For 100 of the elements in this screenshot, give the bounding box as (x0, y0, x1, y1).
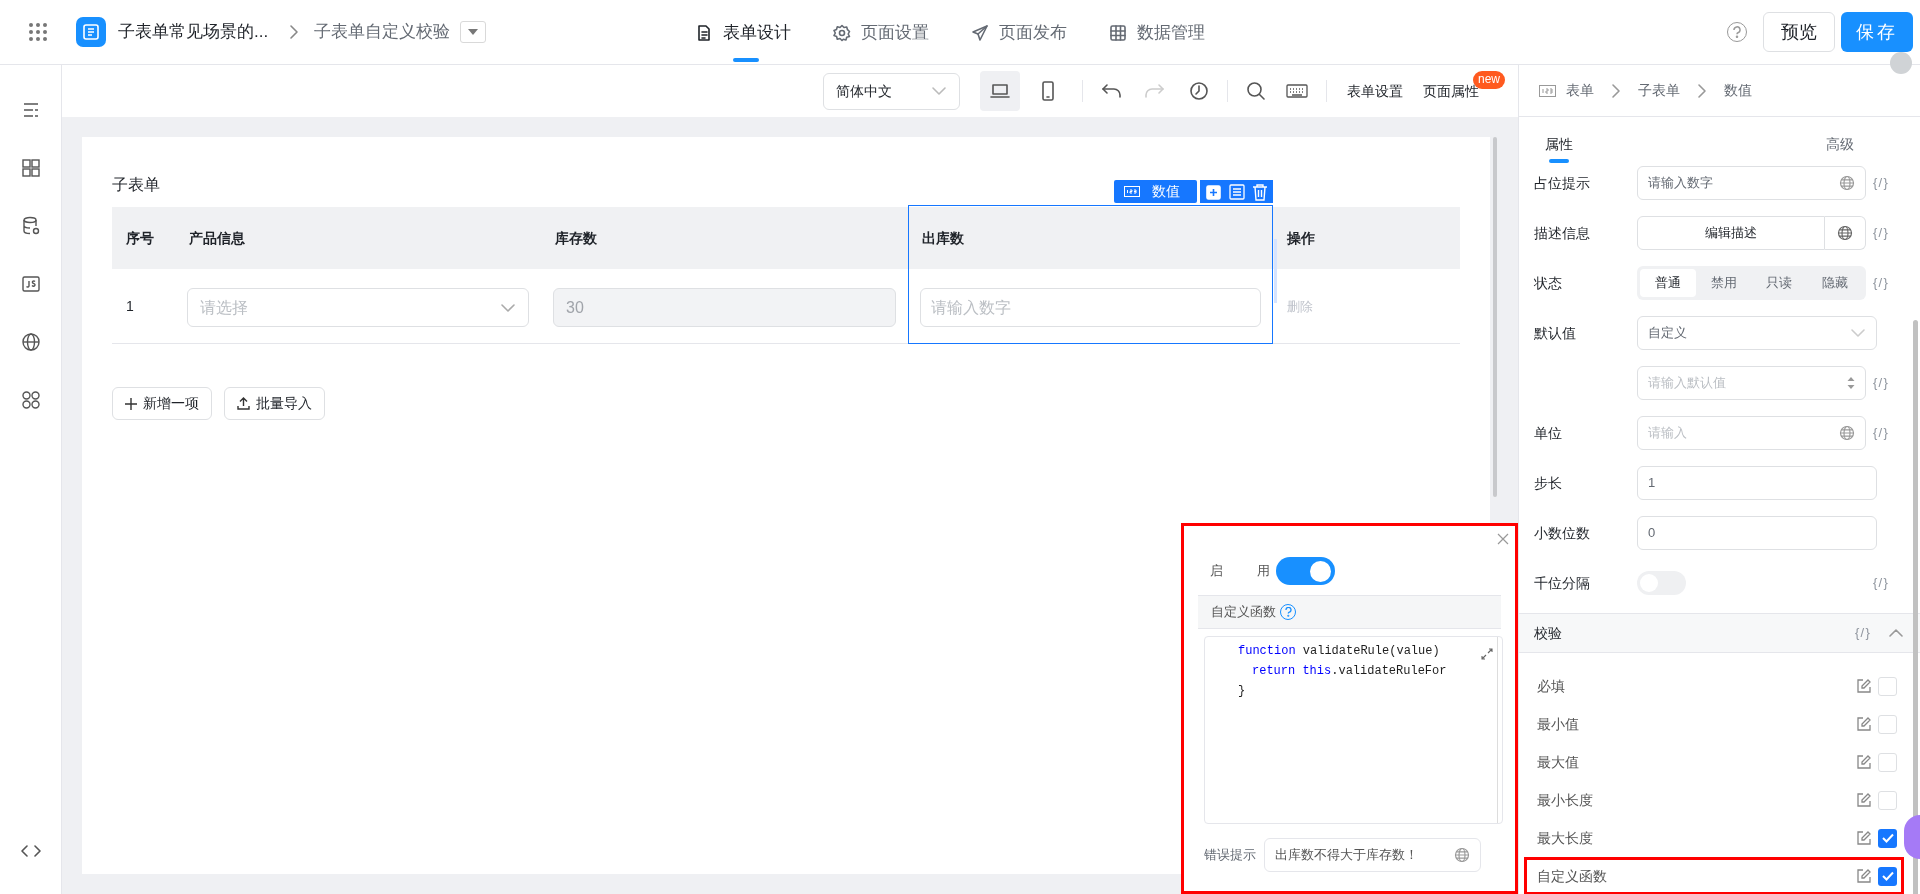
row-index: 1 (126, 298, 134, 314)
nav-tab[interactable]: 数据管理 (1109, 0, 1205, 65)
plus-icon (125, 397, 137, 410)
triangle-down-icon (467, 28, 480, 36)
edit-icon[interactable] (1856, 754, 1872, 770)
paper-plane-icon (971, 23, 989, 42)
edit-description-button[interactable]: 编辑描述 (1637, 216, 1825, 250)
code-icon[interactable] (20, 844, 41, 858)
breadcrumb-item[interactable]: 表单 (1566, 80, 1594, 101)
checkmark-icon (1881, 871, 1894, 881)
error-message-field[interactable]: 出库数不得大于库存数！ (1264, 838, 1481, 872)
edit-icon[interactable] (1856, 830, 1872, 846)
text-field[interactable]: 请输入数字 (1637, 166, 1866, 200)
breadcrumb-item[interactable]: 子表单 (1638, 80, 1680, 101)
expression-toggle[interactable]: {/} (1866, 373, 1896, 393)
status-option[interactable]: 只读 (1751, 269, 1808, 297)
panel-tab[interactable]: 属性 (1545, 134, 1574, 163)
list-icon[interactable] (1228, 182, 1247, 201)
stepper-icon[interactable] (1847, 376, 1855, 390)
scrollbar-thumb[interactable] (1913, 320, 1918, 894)
undo-icon[interactable] (1101, 83, 1123, 99)
phone-icon (1041, 81, 1055, 101)
section-header[interactable]: 校验 {/} (1519, 613, 1920, 653)
app-title[interactable]: 子表单常见场景的... (118, 19, 269, 45)
rule-label: 最小值 (1537, 714, 1580, 734)
scrollbar-thumb[interactable] (1493, 137, 1497, 497)
globe-icon[interactable] (20, 332, 41, 352)
page-title[interactable]: 子表单自定义校验 (314, 19, 451, 45)
status-option[interactable]: 禁用 (1695, 269, 1752, 297)
keyboard-icon[interactable] (1286, 83, 1308, 99)
expression-toggle[interactable]: {/} (1866, 173, 1896, 193)
column-header: 序号 (126, 230, 154, 246)
chevron-down-icon (931, 86, 947, 96)
floating-assistant-button[interactable] (1904, 815, 1920, 859)
app-logo-icon (76, 17, 106, 47)
expression-toggle[interactable]: {/} (1866, 273, 1896, 293)
add-item-button[interactable]: 新增一项 (112, 387, 212, 420)
rule-label: 最小长度 (1537, 790, 1594, 810)
delete-icon[interactable] (1252, 182, 1269, 201)
globe-button[interactable] (1825, 216, 1866, 250)
edit-icon[interactable] (1856, 792, 1872, 808)
toggle-switch[interactable] (1276, 557, 1335, 585)
chevron-up-icon[interactable] (1888, 628, 1904, 638)
laptop-view-button[interactable] (980, 71, 1020, 111)
globe-icon (1837, 225, 1853, 241)
enable-label: 用 (1257, 562, 1270, 581)
default-value-select[interactable]: 自定义 (1637, 316, 1878, 350)
expression-toggle[interactable]: {/} (1866, 423, 1896, 443)
toolbar-link[interactable]: 表单设置 (1347, 80, 1403, 102)
language-select[interactable]: 简体中文 (823, 72, 960, 110)
edit-icon[interactable] (1856, 716, 1872, 732)
upload-icon (237, 397, 250, 410)
nav-tab[interactable]: 页面发布 (971, 0, 1067, 65)
close-icon[interactable] (1497, 533, 1509, 545)
status-option[interactable]: 隐藏 (1807, 269, 1863, 297)
components-grid-icon[interactable] (20, 158, 41, 178)
breadcrumb-chevron-icon (288, 24, 301, 40)
breadcrumb-chevron-icon (1610, 82, 1622, 99)
code-line: function validateRule(value) (1238, 643, 1440, 660)
code-editor[interactable]: function validateRule(value) return this.validateRuleFor } (1204, 636, 1503, 824)
outbound-field[interactable]: 请输入数字 (920, 288, 1261, 327)
section-header: 自定义函数 (1198, 595, 1501, 629)
code-line: return this.validateRuleFor (1252, 663, 1447, 680)
expression-toggle[interactable]: {/} (1848, 623, 1878, 643)
error-message-label: 错误提示 (1204, 846, 1257, 865)
chevron-down-icon (1850, 328, 1867, 338)
component-type-badge[interactable]: 数值 (1114, 180, 1197, 203)
status-option[interactable]: 普通 (1640, 269, 1696, 297)
plugins-icon[interactable] (20, 390, 41, 410)
rule-checkbox[interactable] (1878, 828, 1897, 848)
field-label: 单位 (1534, 425, 1562, 441)
page-dropdown-button[interactable] (460, 21, 487, 43)
rule-checkbox[interactable] (1878, 866, 1897, 886)
expression-toggle[interactable]: {/} (1866, 573, 1896, 593)
column-header: 产品信息 (189, 230, 245, 246)
breadcrumb-item[interactable]: 数值 (1724, 80, 1752, 101)
app-launcher-icon[interactable] (28, 22, 48, 42)
column-header: 库存数 (555, 230, 597, 246)
search-icon[interactable] (1246, 81, 1266, 101)
text-field[interactable]: 0 (1637, 516, 1878, 550)
text-field[interactable]: 1 (1637, 466, 1878, 500)
laptop-icon (990, 83, 1010, 99)
rule-checkbox[interactable] (1878, 676, 1897, 696)
nav-tab[interactable]: 表单设计 (695, 0, 791, 65)
edit-icon[interactable] (1856, 868, 1872, 884)
js-file-icon[interactable] (20, 274, 41, 294)
save-button[interactable]: 保存 (1841, 12, 1913, 52)
rule-checkbox[interactable] (1878, 752, 1897, 772)
copy-add-icon[interactable] (1204, 182, 1223, 201)
database-icon[interactable] (20, 216, 41, 236)
nav-tab[interactable]: 页面设置 (833, 0, 929, 65)
panel-tab[interactable]: 高级 (1825, 134, 1854, 155)
edit-icon[interactable] (1856, 678, 1872, 694)
preview-button[interactable]: 预览 (1763, 12, 1835, 52)
gear-icon (833, 23, 851, 42)
batch-import-button[interactable]: 批量导入 (224, 387, 325, 420)
rule-checkbox[interactable] (1878, 790, 1897, 810)
rule-checkbox[interactable] (1878, 714, 1897, 734)
expression-toggle[interactable]: {/} (1866, 223, 1896, 243)
history-clock-icon[interactable] (1189, 81, 1209, 101)
